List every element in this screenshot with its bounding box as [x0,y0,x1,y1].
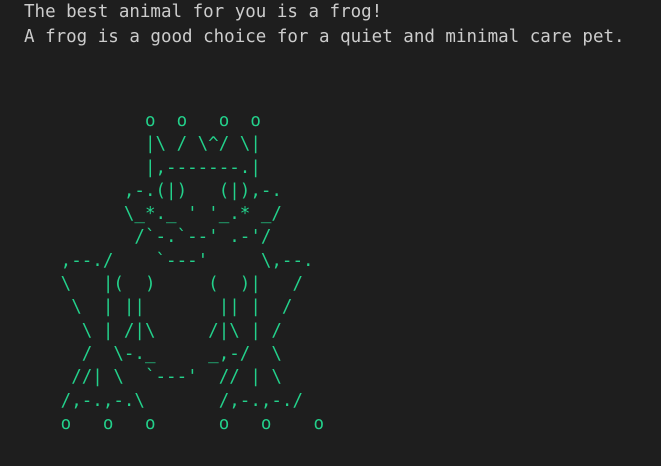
result-description: A frog is a good choice for a quiet and … [24,27,625,47]
frog-ascii-art: o o o o |\ / \^/ \| |,-------.| ,-.(|) (… [60,111,325,434]
result-heading: The best animal for you is a frog! [24,2,383,22]
terminal-window[interactable]: The best animal for you is a frog! A fro… [0,0,661,466]
